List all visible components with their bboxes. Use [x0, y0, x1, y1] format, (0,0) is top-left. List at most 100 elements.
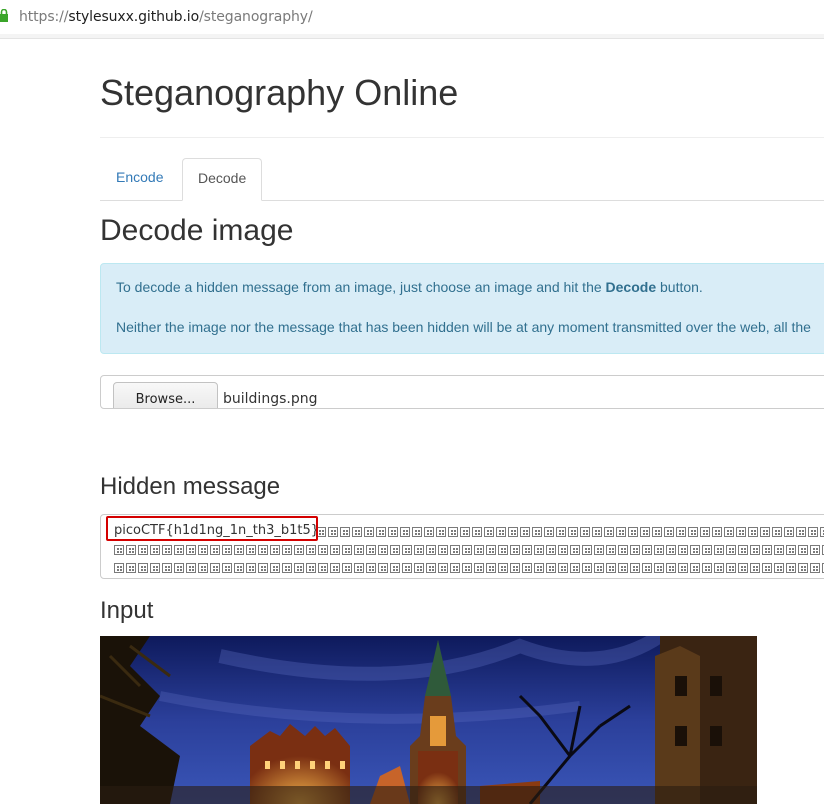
- unprintable-glyph: [174, 545, 184, 555]
- browse-button[interactable]: Browse...: [113, 382, 218, 408]
- unprintable-glyph: [186, 545, 196, 555]
- unprintable-glyph: [366, 563, 376, 573]
- unprintable-glyph: [174, 563, 184, 573]
- unprintable-glyph: [748, 527, 758, 537]
- unprintable-glyph: [510, 563, 520, 573]
- decode-heading: Decode image: [100, 214, 294, 247]
- unprintable-glyph: [570, 545, 580, 555]
- unprintable-glyph: [462, 545, 472, 555]
- unprintable-glyph: [546, 545, 556, 555]
- unprintable-glyph: [388, 527, 398, 537]
- unprintable-glyph: [258, 545, 268, 555]
- unprintable-glyph: [726, 545, 736, 555]
- unprintable-glyph: [246, 563, 256, 573]
- unprintable-glyph: [496, 527, 506, 537]
- unprintable-glyph: [628, 527, 638, 537]
- unprintable-glyph: [678, 563, 688, 573]
- unprintable-glyph: [462, 563, 472, 573]
- unprintable-glyph: [604, 527, 614, 537]
- url-host: stylesuxx.github.io: [68, 9, 200, 25]
- unprintable-glyph: [618, 545, 628, 555]
- unprintable-glyph: [450, 545, 460, 555]
- unprintable-glyph: [210, 545, 220, 555]
- unprintable-glyph: [798, 545, 808, 555]
- unprintable-glyph: [270, 563, 280, 573]
- unprintable-glyph: [796, 527, 806, 537]
- unprintable-glyph: [774, 545, 784, 555]
- unprintable-glyph: [126, 545, 136, 555]
- unprintable-glyph: [630, 563, 640, 573]
- unprintable-glyph: [390, 545, 400, 555]
- unprintable-glyph: [810, 545, 820, 555]
- tab-decode[interactable]: Decode: [182, 158, 263, 201]
- unprintable-glyph: [558, 545, 568, 555]
- file-input[interactable]: Browse... buildings.png: [100, 375, 824, 409]
- unprintable-glyph: [532, 527, 542, 537]
- unprintable-glyph: [546, 563, 556, 573]
- unprintable-glyph: [594, 545, 604, 555]
- unprintable-glyph: [666, 545, 676, 555]
- unprintable-glyph: [630, 545, 640, 555]
- unprintable-glyph: [786, 545, 796, 555]
- unprintable-glyph: [606, 545, 616, 555]
- unprintable-glyph: [484, 527, 494, 537]
- unprintable-glyph: [678, 545, 688, 555]
- unprintable-glyph: [328, 527, 338, 537]
- unprintable-glyph: [568, 527, 578, 537]
- unprintable-glyph: [318, 545, 328, 555]
- unprintable-glyph: [150, 545, 160, 555]
- unprintable-glyph: [700, 527, 710, 537]
- unprintable-glyph: [342, 563, 352, 573]
- unprintable-glyph: [450, 563, 460, 573]
- hidden-message-textarea[interactable]: picoCTF{h1d1ng_1n_th3_b1t5}: [100, 514, 824, 579]
- unprintable-glyph: [474, 545, 484, 555]
- unprintable-glyph: [618, 563, 628, 573]
- unprintable-glyph: [412, 527, 422, 537]
- input-heading: Input: [100, 597, 154, 624]
- unprintable-glyph: [784, 527, 794, 537]
- unprintable-glyph: [702, 563, 712, 573]
- unprintable-glyph: [592, 527, 602, 537]
- unprintable-glyph: [726, 563, 736, 573]
- unprintable-glyph: [114, 545, 124, 555]
- unprintable-glyph: [330, 563, 340, 573]
- unprintable-glyph: [294, 545, 304, 555]
- unprintable-glyph: [712, 527, 722, 537]
- unprintable-glyph: [724, 527, 734, 537]
- unprintable-glyph: [762, 545, 772, 555]
- info-decode-bold: Decode: [605, 279, 657, 295]
- unprintable-glyph: [222, 545, 232, 555]
- unprintable-glyph: [198, 563, 208, 573]
- unprintable-glyph: [186, 563, 196, 573]
- unprintable-glyph: [460, 527, 470, 537]
- unprintable-glyph: [508, 527, 518, 537]
- unprintable-glyph: [306, 563, 316, 573]
- tab-encode[interactable]: Encode: [101, 158, 178, 199]
- unprintable-glyphs-row-3: [114, 563, 824, 575]
- unprintable-glyph: [808, 527, 818, 537]
- unprintable-glyph: [738, 563, 748, 573]
- unprintable-glyph: [424, 527, 434, 537]
- unprintable-glyphs-row-1: [316, 527, 824, 539]
- url-path: /steganography/: [199, 9, 313, 25]
- unprintable-glyph: [820, 527, 824, 537]
- file-name: buildings.png: [223, 391, 318, 407]
- unprintable-glyph: [510, 545, 520, 555]
- address-bar[interactable]: https://stylesuxx.github.io/steganograph…: [0, 0, 824, 35]
- unprintable-glyph: [534, 563, 544, 573]
- unprintable-glyph: [294, 563, 304, 573]
- unprintable-glyph: [234, 545, 244, 555]
- unprintable-glyph: [352, 527, 362, 537]
- unprintable-glyph: [522, 545, 532, 555]
- unprintable-glyph: [772, 527, 782, 537]
- unprintable-glyph: [654, 545, 664, 555]
- unprintable-glyph: [340, 527, 350, 537]
- info-line-1: To decode a hidden message from an image…: [116, 279, 824, 295]
- lock-icon: [0, 9, 8, 22]
- unprintable-glyph: [138, 545, 148, 555]
- unprintable-glyph: [448, 527, 458, 537]
- unprintable-glyph: [774, 563, 784, 573]
- unprintable-glyph: [522, 563, 532, 573]
- unprintable-glyph: [570, 563, 580, 573]
- unprintable-glyph: [472, 527, 482, 537]
